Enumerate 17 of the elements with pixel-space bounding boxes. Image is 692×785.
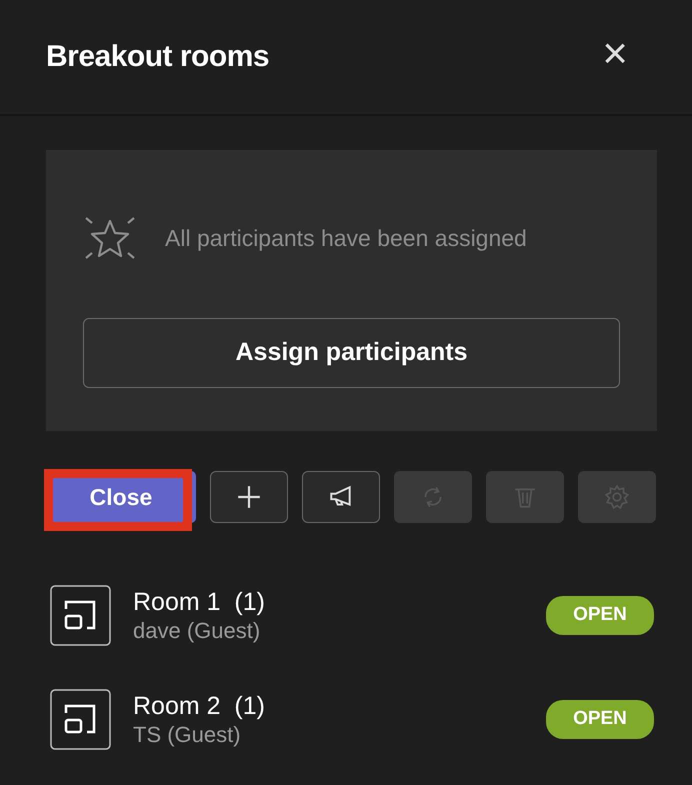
room-members: TS (Guest) <box>133 720 242 748</box>
status-badge: OPEN <box>546 596 654 635</box>
room-icon <box>50 585 111 646</box>
announce-button[interactable] <box>302 471 380 523</box>
add-button[interactable] <box>210 471 288 523</box>
room-name: Room 2 (1) <box>133 690 266 721</box>
room-members: dave (Guest) <box>133 616 262 644</box>
assign-participants-button[interactable]: Assign participants <box>83 318 620 388</box>
plus-icon <box>236 484 262 510</box>
settings-icon <box>604 484 630 510</box>
status-message: All participants have been assigned <box>165 224 527 253</box>
close-button[interactable]: × <box>602 32 646 82</box>
room-name: Room 1 (1) <box>133 586 266 617</box>
room-icon <box>50 689 111 750</box>
status-badge: OPEN <box>546 700 654 739</box>
panel-title: Breakout rooms <box>46 39 270 75</box>
star-icon <box>83 214 137 262</box>
